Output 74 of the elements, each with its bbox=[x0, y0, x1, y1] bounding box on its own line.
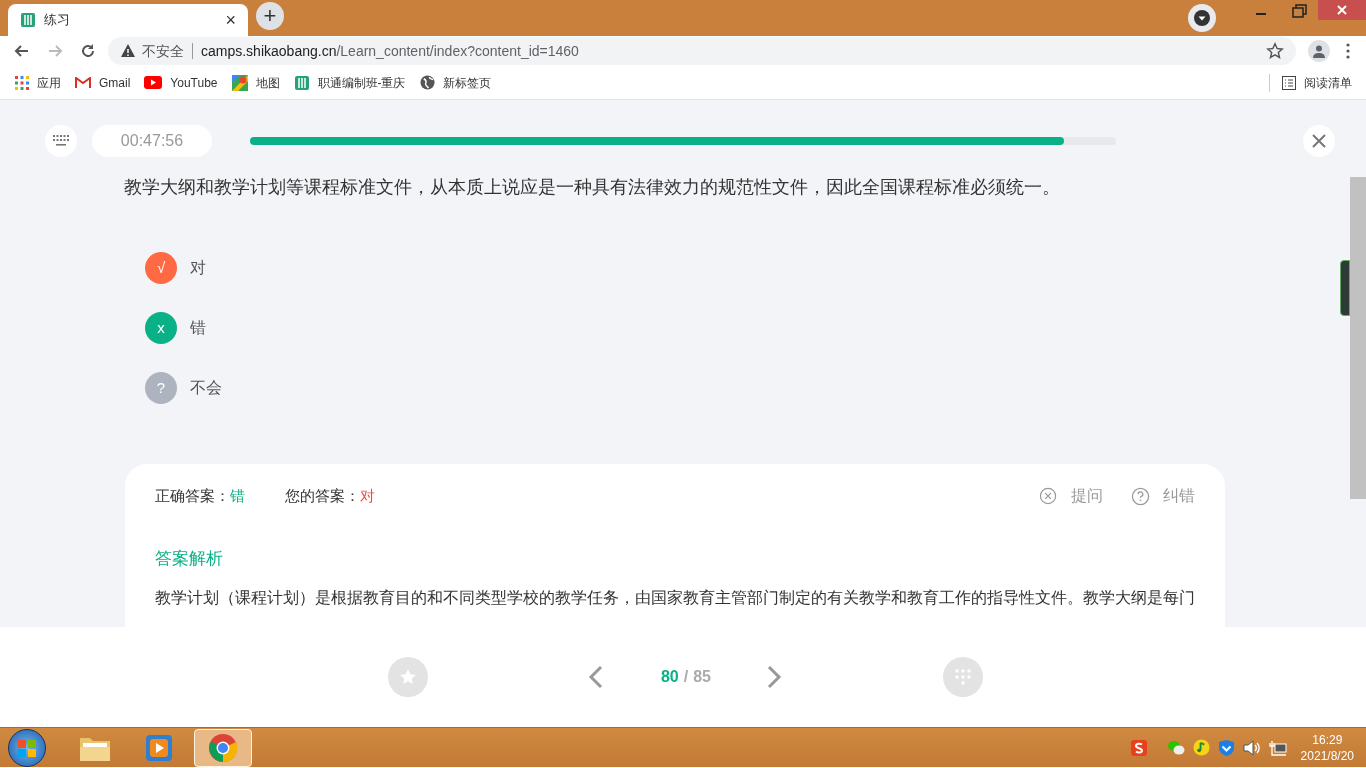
list-icon bbox=[1282, 75, 1296, 90]
menu-icon[interactable] bbox=[1346, 43, 1350, 59]
scrollbar-thumb[interactable] bbox=[1350, 177, 1366, 499]
correct-answer-label: 正确答案： bbox=[155, 486, 230, 506]
question-text: 教学大纲和教学计划等课程标准文件，从本质上说应是一种具有法律效力的规范性文件，因此全国课程标准必须统一。 bbox=[124, 176, 1061, 199]
close-icon bbox=[1336, 4, 1348, 16]
your-answer-label: 您的答案： bbox=[285, 486, 360, 506]
analysis-text: 教学计划（课程计划）是根据教育目的和不同类型学校的教学任务，由国家教育主管部门制定的有关教学和教育工作的指导性文件。教学大纲是每门 bbox=[155, 587, 1195, 608]
chrome-icon bbox=[208, 732, 238, 763]
caret-icon bbox=[1194, 10, 1210, 26]
address-bar[interactable]: 不安全 camps.shikaobang.cn/Learn_content/index?content_id=1460 bbox=[108, 37, 1296, 65]
music-icon[interactable] bbox=[1192, 739, 1210, 756]
answer-sheet-button[interactable] bbox=[45, 125, 77, 157]
url-text: camps.shikaobang.cn/Learn_content/index?content_id=1460 bbox=[201, 41, 579, 61]
media-player-icon bbox=[145, 733, 173, 762]
answer-option[interactable]: x 错 bbox=[145, 312, 206, 345]
help-icon bbox=[1131, 486, 1150, 506]
globe-icon bbox=[419, 75, 435, 90]
timer: 00:47:56 bbox=[92, 125, 212, 157]
close-button[interactable] bbox=[1303, 125, 1335, 157]
play-icon bbox=[144, 76, 163, 89]
bookmark[interactable]: 职通编制班-重庆 bbox=[293, 73, 406, 92]
chat-icon[interactable] bbox=[1166, 739, 1185, 756]
current-question-number: 80 bbox=[660, 667, 679, 687]
bookmark[interactable]: YouTube bbox=[144, 73, 218, 92]
side-widget[interactable] bbox=[1340, 260, 1350, 316]
clock-date: 2021/8/20 bbox=[1300, 747, 1354, 764]
option-mark: ? bbox=[145, 372, 177, 405]
bookmark[interactable]: 新标签页 bbox=[419, 73, 491, 92]
total-question-number: 85 bbox=[693, 667, 711, 687]
bookmark[interactable]: 应用 bbox=[15, 73, 61, 92]
dots-icon bbox=[955, 669, 971, 685]
warning-icon bbox=[120, 43, 136, 59]
tab-title: 练习 bbox=[44, 11, 71, 30]
profile-button[interactable] bbox=[1308, 40, 1330, 62]
browser-tab[interactable]: 练习 × bbox=[8, 4, 248, 36]
book-icon bbox=[293, 74, 310, 91]
correct-answer-value: 错 bbox=[230, 486, 245, 506]
option-mark: √ bbox=[145, 252, 177, 285]
new-tab-button[interactable]: + bbox=[256, 2, 284, 30]
tab-search-button[interactable] bbox=[1188, 4, 1216, 32]
map-icon bbox=[231, 74, 248, 91]
next-icon[interactable] bbox=[766, 665, 782, 689]
keyboard-icon bbox=[53, 135, 69, 147]
start-button[interactable] bbox=[8, 728, 46, 767]
pager-separator: / bbox=[683, 667, 689, 687]
close-button[interactable] bbox=[1318, 0, 1366, 20]
star-icon bbox=[399, 668, 417, 686]
network-icon[interactable] bbox=[1268, 739, 1287, 756]
grid-icon bbox=[15, 75, 29, 90]
volume-icon[interactable] bbox=[1242, 739, 1261, 756]
option-mark: x bbox=[145, 312, 177, 345]
clock-time: 16:29 bbox=[1312, 731, 1343, 748]
answer-option[interactable]: √ 对 bbox=[145, 252, 206, 285]
star-icon[interactable] bbox=[1266, 42, 1284, 60]
bookmark[interactable]: Gmail bbox=[75, 73, 131, 92]
cancel-circle-icon bbox=[1039, 486, 1058, 506]
previous-icon[interactable] bbox=[588, 665, 604, 689]
taskbar-app-button[interactable] bbox=[194, 728, 252, 767]
person-icon bbox=[1312, 44, 1326, 58]
input-method-icon[interactable] bbox=[1130, 739, 1147, 756]
restore-icon[interactable] bbox=[1290, 2, 1310, 20]
windows-logo-icon bbox=[17, 737, 37, 758]
book-icon bbox=[20, 12, 36, 28]
answer-option[interactable]: ? 不会 bbox=[145, 372, 222, 405]
bookmark[interactable]: 地图 bbox=[231, 73, 280, 92]
close-icon bbox=[1311, 133, 1327, 149]
security-label: 不安全 bbox=[142, 41, 184, 61]
analysis-title: 答案解析 bbox=[155, 548, 224, 571]
reading-list-button[interactable]: 阅读清单 bbox=[1282, 73, 1352, 92]
tab-close-button[interactable]: × bbox=[225, 11, 236, 29]
your-answer-value: 对 bbox=[360, 486, 375, 506]
envelope-icon bbox=[75, 76, 91, 89]
shield-icon[interactable] bbox=[1217, 738, 1235, 757]
